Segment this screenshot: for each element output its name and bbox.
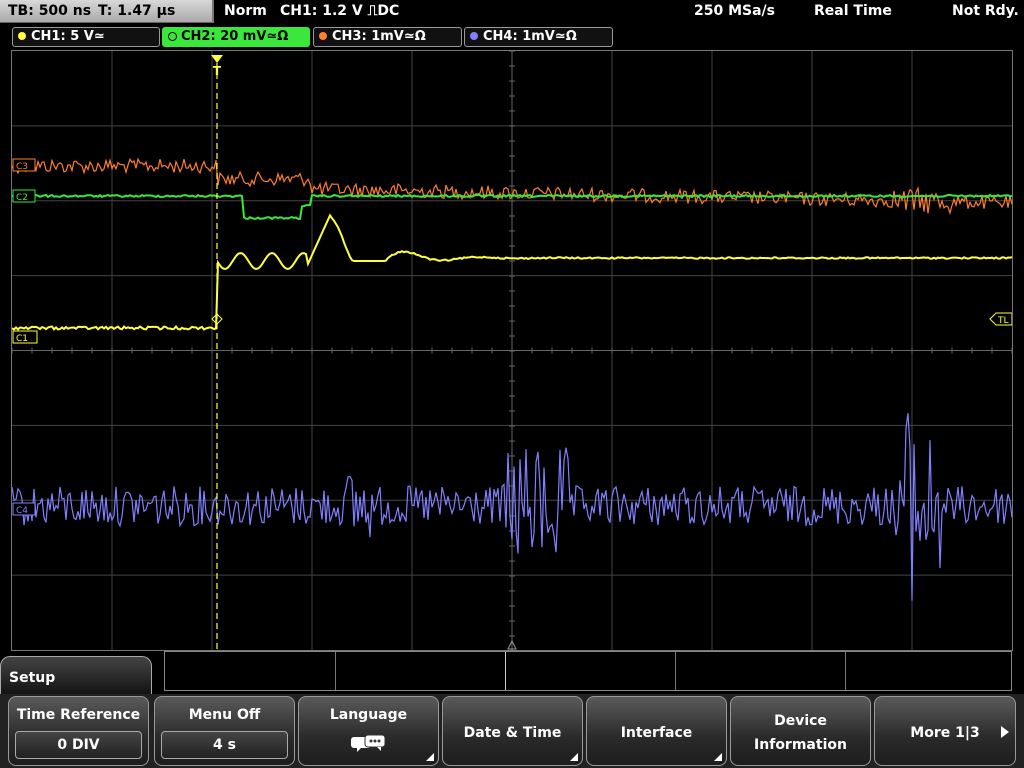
interface-button[interactable]: Interface xyxy=(586,696,727,766)
sample-rate: 250 MSa/s xyxy=(694,3,776,19)
next-page-icon xyxy=(1001,726,1009,738)
ch3-ref-label: C3 xyxy=(16,162,28,172)
channel-label: CH3: 1mV≃Ω xyxy=(332,29,426,44)
more-button[interactable]: More 1|3 xyxy=(874,696,1016,766)
ch1-ref-marker[interactable]: C1 xyxy=(12,330,38,344)
ch4-ref-label: C4 xyxy=(16,506,28,516)
menu-off-value: 4 s xyxy=(161,731,288,759)
ch2-ref-label: C2 xyxy=(16,193,28,203)
trigger-marker-label: T xyxy=(213,64,222,78)
language-icon xyxy=(351,734,386,752)
softkey-menu: Time Reference 0 DIV Menu Off 4 s Langua… xyxy=(0,694,1024,768)
trigger-mode[interactable]: Norm xyxy=(224,3,267,19)
status-bar: TB: 500 ns T: 1.47 µs Norm CH1: 1.2 V ⎍D… xyxy=(0,0,1024,24)
trigger-level-label: TL xyxy=(997,316,1009,326)
trigger-time-label: T: 1.47 µs xyxy=(98,3,176,19)
channel-tab-ch2[interactable]: CH2: 20 mV≃Ω xyxy=(162,27,310,47)
timebase-label: TB: 500 ns xyxy=(8,3,92,19)
softkey-title: Interface xyxy=(620,725,693,741)
channel-tab-ch3[interactable]: CH3: 1mV≃Ω xyxy=(313,27,462,47)
language-button[interactable]: Language xyxy=(298,696,439,766)
time-reference-button[interactable]: Time Reference 0 DIV xyxy=(8,696,149,766)
graticule xyxy=(12,51,1012,650)
ch3-ref-marker[interactable]: C3 xyxy=(12,158,36,172)
ch3-color-icon xyxy=(319,32,327,40)
overview-divider xyxy=(335,652,336,690)
softkey-title-line2: Information xyxy=(754,737,847,753)
ch1-ref-label: C1 xyxy=(16,334,28,344)
softkey-title: Date & Time xyxy=(463,725,562,741)
channel-label: CH2: 20 mV≃Ω xyxy=(181,29,289,44)
softkey-title: Time Reference xyxy=(16,707,141,723)
acquisition-mode[interactable]: Real Time xyxy=(814,3,892,19)
trigger-level-marker[interactable]: TL xyxy=(989,312,1012,326)
acquisition-state: Not Rdy. xyxy=(952,3,1019,19)
waveform-display[interactable]: T C3 C2 C1 C4 TL xyxy=(11,50,1013,651)
overview-divider xyxy=(675,652,676,690)
trigger-source[interactable]: CH1: 1.2 V ⎍DC xyxy=(280,3,399,19)
menu-title-tab: Setup xyxy=(0,656,152,696)
softkey-title: Menu Off xyxy=(188,707,261,723)
ch1-color-icon xyxy=(18,32,26,40)
softkey-title: More 1|3 xyxy=(910,725,980,741)
trigger-position-marker[interactable]: T xyxy=(211,55,223,78)
menu-title: Setup xyxy=(9,670,56,686)
submenu-indicator-icon xyxy=(426,753,434,761)
channel-tab-ch4[interactable]: CH4: 1mV≃Ω xyxy=(464,27,613,47)
menu-off-button[interactable]: Menu Off 4 s xyxy=(154,696,295,766)
channel-label: CH1: 5 V≃ xyxy=(31,29,105,44)
overview-divider xyxy=(845,652,846,690)
channel-label: CH4: 1mV≃Ω xyxy=(483,29,577,44)
ch4-color-icon xyxy=(470,32,478,40)
timebase-box[interactable]: TB: 500 ns T: 1.47 µs xyxy=(0,0,214,23)
softkey-title: Language xyxy=(329,707,408,723)
date-time-button[interactable]: Date & Time xyxy=(442,696,583,766)
time-reference-value: 0 DIV xyxy=(15,731,142,759)
channel-bar: CH1: 5 V≃ CH2: 20 mV≃Ω CH3: 1mV≃Ω CH4: 1… xyxy=(0,24,1024,48)
device-information-button[interactable]: Device Information xyxy=(730,696,871,766)
softkey-title: Device xyxy=(774,713,827,729)
overview-center-marker xyxy=(505,652,506,690)
submenu-indicator-icon xyxy=(714,753,722,761)
ch4-ref-marker[interactable]: C4 xyxy=(12,502,36,516)
zoom-overview-strip xyxy=(164,651,1012,691)
channel-tab-ch1[interactable]: CH1: 5 V≃ xyxy=(12,27,160,47)
ch2-color-icon xyxy=(168,32,177,41)
submenu-indicator-icon xyxy=(570,753,578,761)
ch2-ref-marker[interactable]: C2 xyxy=(12,189,36,203)
